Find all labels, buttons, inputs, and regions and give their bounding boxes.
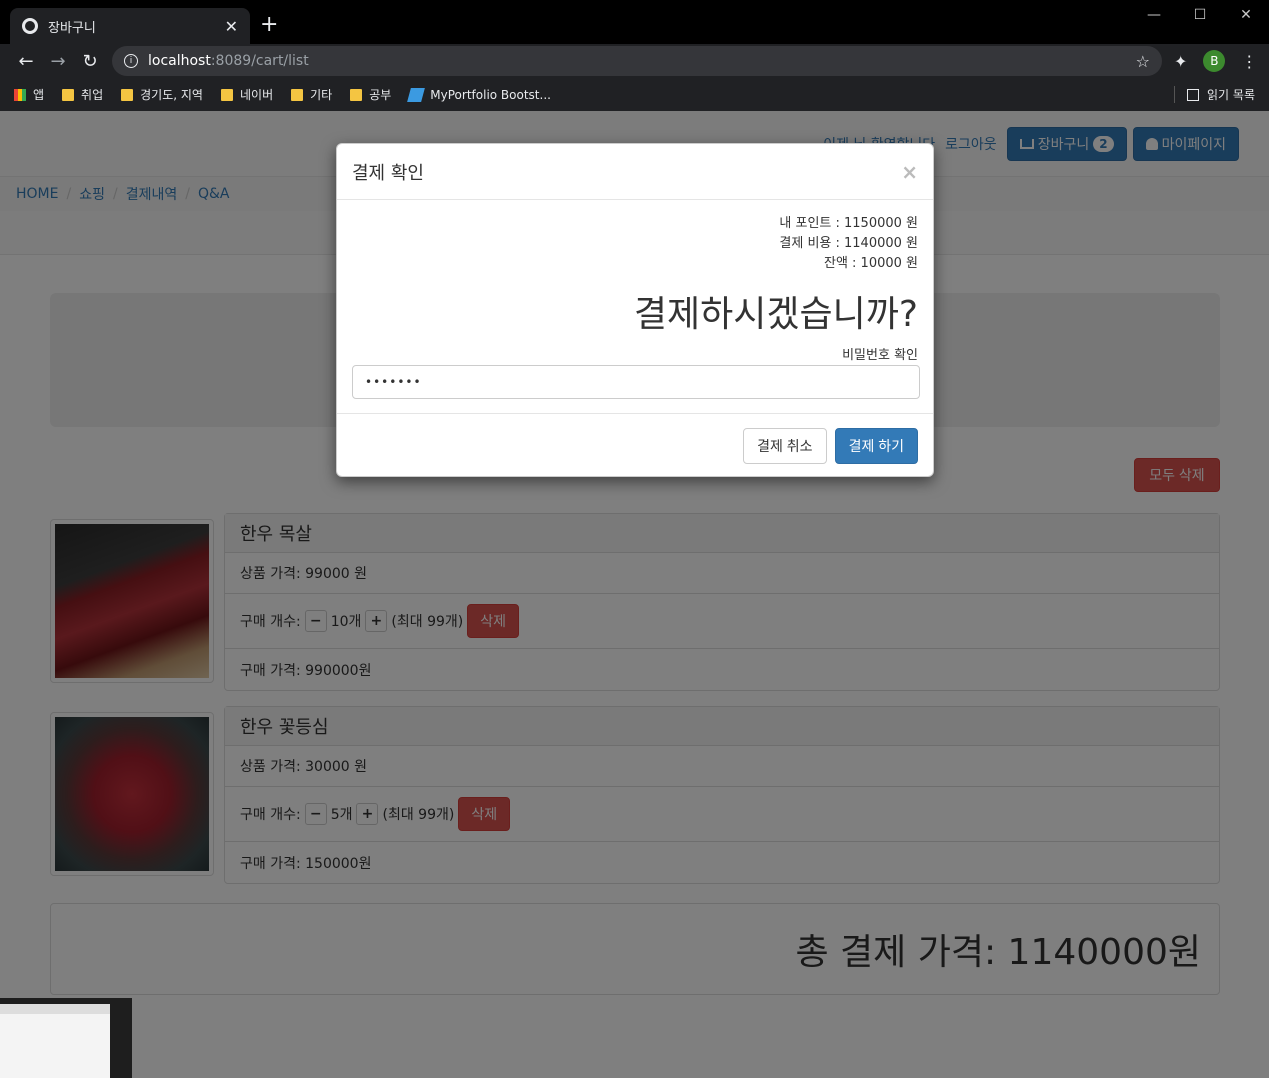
tab-close-icon[interactable]: ✕ (225, 17, 238, 36)
apps-icon (14, 88, 26, 101)
payment-confirm-modal: 결제 확인 × 내 포인트 : 1150000 원 결제 비용 : 114000… (336, 143, 934, 477)
url-host: localhost (148, 53, 211, 69)
modal-body: 내 포인트 : 1150000 원 결제 비용 : 1140000 원 잔액 :… (337, 200, 933, 413)
remaining-balance: 잔액 : 10000 원 (823, 256, 918, 271)
bookmark-label: 기타 (310, 88, 333, 102)
extensions-puzzle-icon[interactable]: ✦ (1174, 52, 1187, 71)
bookmark-folder-study[interactable]: 공부 (350, 86, 391, 103)
reading-list[interactable]: 읽기 목록 (1174, 86, 1255, 103)
folder-icon (121, 88, 134, 101)
profile-avatar[interactable]: B (1203, 50, 1226, 72)
new-tab-icon[interactable]: + (260, 12, 278, 37)
browser-tab[interactable]: 장바구니 ✕ (10, 8, 250, 44)
bookmark-label: MyPortfolio Bootst... (430, 87, 551, 102)
site-info-icon[interactable]: i (124, 54, 138, 68)
confirm-payment-button[interactable]: 결제 하기 (834, 428, 918, 464)
back-icon[interactable]: ← (10, 51, 42, 72)
bookmark-apps[interactable]: 앱 (14, 86, 44, 103)
bookmark-folder-region[interactable]: 경기도, 지역 (121, 86, 203, 103)
modal-title: 결제 확인 (352, 162, 424, 184)
folder-icon (291, 88, 304, 101)
url-path: :8089/cart/list (210, 53, 309, 69)
my-points: 내 포인트 : 1150000 원 (779, 216, 918, 231)
folder-icon (350, 88, 363, 101)
confirm-question: 결제하시겠습니까? (633, 294, 918, 335)
bookmark-label: 경기도, 지역 (140, 88, 203, 102)
folder-icon (62, 88, 75, 101)
browser-chrome: 장바구니 ✕ + — ☐ ✕ ← → ↻ i localhost:8089/ca… (0, 0, 1269, 111)
bookmark-myportfolio[interactable]: MyPortfolio Bootst... (407, 87, 551, 102)
reload-icon[interactable]: ↻ (74, 51, 106, 72)
reading-list-label: 읽기 목록 (1207, 88, 1255, 102)
window-preview-content (0, 1004, 110, 1078)
modal-footer: 결제 취소 결제 하기 (337, 413, 933, 478)
tab-strip: 장바구니 ✕ + — ☐ ✕ (0, 0, 1269, 44)
modal-header: 결제 확인 × (337, 144, 933, 200)
bookmark-folder-naver[interactable]: 네이버 (220, 86, 274, 103)
bookmarks-bar: 앱 취업 경기도, 지역 네이버 기타 공부 MyPortfolio Boots… (0, 78, 1269, 111)
bookmark-label: 네이버 (239, 88, 274, 102)
globe-icon (22, 18, 38, 34)
forward-icon[interactable]: → (42, 51, 74, 72)
password-label: 비밀번호 확인 (842, 348, 918, 363)
bookmark-folder-jobs[interactable]: 취업 (62, 86, 103, 103)
browser-toolbar: ← → ↻ i localhost:8089/cart/list ☆ ✦ B ⋮ (0, 44, 1269, 78)
payment-cost: 결제 비용 : 1140000 원 (779, 236, 918, 251)
bookmark-star-icon[interactable]: ☆ (1136, 52, 1150, 71)
bootstrap-logo-icon (407, 87, 426, 102)
reading-list-icon (1187, 88, 1200, 101)
address-bar[interactable]: i localhost:8089/cart/list ☆ (112, 46, 1162, 76)
close-icon[interactable]: × (901, 160, 918, 184)
more-menu-icon[interactable]: ⋮ (1241, 52, 1257, 71)
password-input[interactable]: ••••••• (352, 365, 920, 399)
window-controls: — ☐ ✕ (1131, 0, 1269, 30)
cancel-payment-button[interactable]: 결제 취소 (743, 428, 827, 464)
folder-icon (220, 88, 233, 101)
bookmark-label: 앱 (33, 88, 45, 102)
tab-title: 장바구니 (48, 20, 96, 36)
bookmark-label: 취업 (81, 88, 104, 102)
window-close-icon[interactable]: ✕ (1223, 0, 1269, 30)
bookmark-label: 공부 (369, 88, 392, 102)
window-preview-thumbnail (0, 998, 132, 1078)
maximize-icon[interactable]: ☐ (1177, 0, 1223, 30)
minimize-icon[interactable]: — (1131, 0, 1177, 30)
bookmark-folder-etc[interactable]: 기타 (291, 86, 332, 103)
